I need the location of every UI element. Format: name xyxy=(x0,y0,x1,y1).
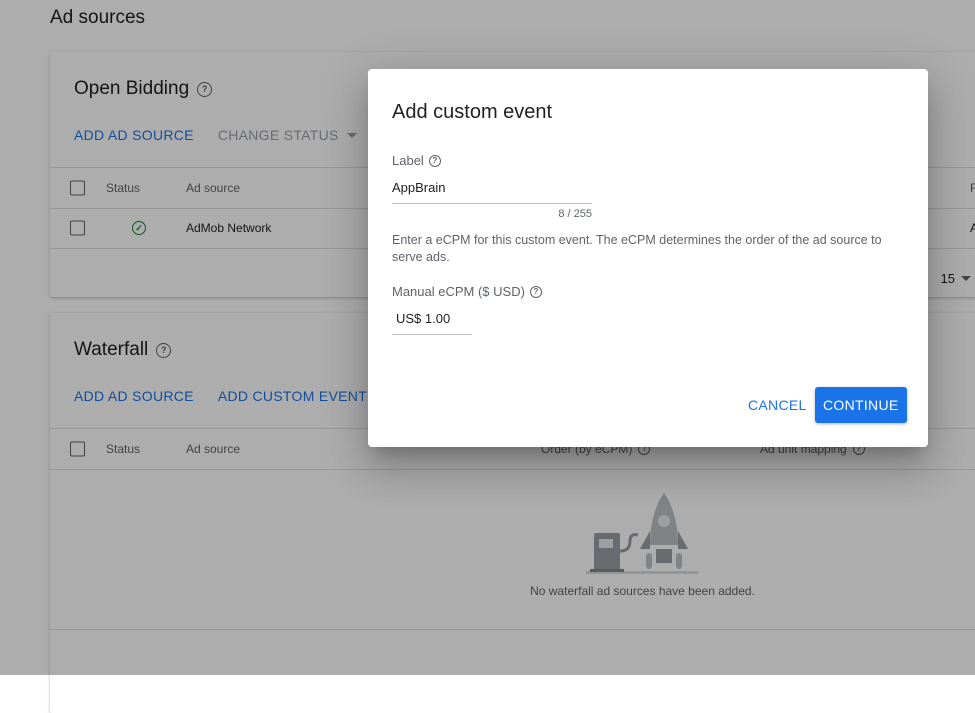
character-counter: 8 / 255 xyxy=(558,208,592,220)
manual-ecpm-input[interactable] xyxy=(392,311,472,335)
help-icon[interactable]: ? xyxy=(529,285,542,298)
dialog-title: Add custom event xyxy=(392,101,553,123)
ecpm-field-label: Manual eCPM ($ USD) ? xyxy=(392,284,542,299)
continue-button[interactable]: CONTINUE xyxy=(815,387,907,423)
add-custom-event-dialog: Add custom event Label ? 8 / 255 Enter a… xyxy=(368,69,928,447)
label-field-label-text: Label xyxy=(392,153,424,168)
label-field-label: Label ? xyxy=(392,153,441,168)
label-input[interactable] xyxy=(392,180,592,204)
cancel-button[interactable]: CANCEL xyxy=(738,387,817,423)
ecpm-field-label-text: Manual eCPM ($ USD) xyxy=(392,284,525,299)
help-icon[interactable]: ? xyxy=(428,154,441,167)
ecpm-description: Enter a eCPM for this custom event. The … xyxy=(392,233,882,264)
